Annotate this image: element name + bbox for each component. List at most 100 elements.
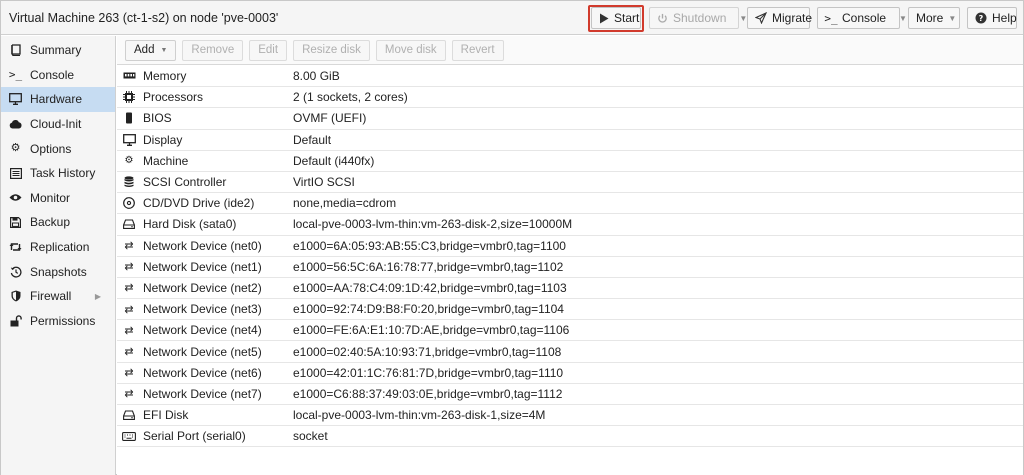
row-value: e1000=C6:88:37:49:03:0E,bridge=vmbr0,tag… (293, 386, 563, 401)
sidebar-item-backup[interactable]: Backup (1, 210, 115, 235)
table-row[interactable]: EFI Disk local-pve-0003-lvm-thin:vm-263-… (117, 405, 1023, 427)
sidebar-item-replication[interactable]: Replication (1, 235, 115, 260)
sidebar-item-label: Backup (30, 215, 71, 230)
row-name: CD/DVD Drive (ide2) (143, 196, 255, 211)
table-row[interactable]: ⇄ Network Device (net2) e1000=AA:78:C4:0… (117, 278, 1023, 300)
row-value: e1000=92:74:D9:B8:F0:20,bridge=vmbr0,tag… (293, 302, 564, 317)
sidebar-item-label: Cloud-Init (30, 117, 82, 132)
resize-disk-button-label: Resize disk (302, 44, 361, 56)
terminal-icon: >_ (824, 11, 838, 25)
window-title: Virtual Machine 263 (ct-1-s2) on node 'p… (9, 11, 279, 25)
list-icon (9, 167, 22, 179)
table-row[interactable]: BIOS OVMF (UEFI) (117, 108, 1023, 130)
sidebar-item-summary[interactable]: Summary (1, 38, 115, 63)
migrate-button[interactable]: Migrate (747, 7, 812, 29)
console-button-label: Console (842, 11, 887, 25)
hardware-toolbar: Add ▼ Remove Edit Resize disk Move disk … (117, 36, 1023, 65)
sidebar-item-label: Options (30, 141, 72, 156)
harddisk-icon (117, 219, 141, 230)
sidebar-item-hardware[interactable]: Hardware (1, 87, 115, 112)
shield-icon (9, 290, 22, 302)
revert-button[interactable]: Revert (451, 39, 504, 61)
row-value: 2 (1 sockets, 2 cores) (293, 90, 408, 105)
edit-button[interactable]: Edit (249, 39, 288, 61)
row-value: local-pve-0003-lvm-thin:vm-263-disk-2,si… (293, 217, 573, 232)
shutdown-button[interactable]: Shutdown ▼ (649, 7, 747, 29)
row-value: OVMF (UEFI) (293, 111, 367, 126)
more-button[interactable]: More ▼ (908, 7, 960, 29)
table-row[interactable]: Memory 8.00 GiB (117, 66, 1023, 88)
chevron-down-icon: ▼ (160, 46, 168, 54)
network-icon: ⇄ (124, 282, 134, 295)
chevron-down-icon: ▼ (948, 13, 957, 23)
network-icon: ⇄ (124, 261, 134, 274)
table-row[interactable]: ⚙ Machine Default (i440fx) (117, 151, 1023, 172)
start-button-highlight (588, 5, 644, 32)
database-icon (117, 176, 141, 188)
help-button[interactable]: ? Help (967, 7, 1017, 29)
row-value: Default (293, 132, 332, 147)
gear-icon: ⚙ (10, 142, 21, 155)
row-name: Network Device (net3) (143, 302, 262, 317)
table-row[interactable]: ⇄ Network Device (net4) e1000=FE:6A:E1:1… (117, 320, 1023, 342)
chevron-down-icon[interactable]: ▼ (899, 14, 907, 23)
resize-disk-button[interactable]: Resize disk (293, 39, 370, 61)
row-value: e1000=FE:6A:E1:10:7D:AE,bridge=vmbr0,tag… (293, 323, 570, 338)
revert-button-label: Revert (460, 44, 495, 56)
table-row[interactable]: ⇄ Network Device (net1) e1000=56:5C:6A:1… (117, 257, 1023, 278)
row-name: Network Device (net7) (143, 386, 262, 401)
move-disk-button[interactable]: Move disk (375, 39, 446, 61)
network-icon: ⇄ (124, 388, 134, 401)
console-button[interactable]: >_ Console ▼ (817, 7, 907, 29)
paper-plane-icon (755, 12, 767, 24)
table-row[interactable]: CD/DVD Drive (ide2) none,media=cdrom (117, 193, 1023, 215)
cdrom-icon (117, 197, 141, 210)
remove-button[interactable]: Remove (182, 39, 244, 61)
table-row[interactable]: Processors 2 (1 sockets, 2 cores) (117, 87, 1023, 109)
history-icon (9, 266, 22, 278)
sidebar-item-console[interactable]: >_ Console (1, 63, 115, 88)
sidebar-item-label: Permissions (30, 313, 96, 328)
row-name: Network Device (net5) (143, 344, 262, 359)
row-value: e1000=56:5C:6A:16:78:77,bridge=vmbr0,tag… (293, 259, 564, 274)
row-name: EFI Disk (143, 408, 189, 423)
row-name: Network Device (net4) (143, 323, 262, 338)
row-name: Serial Port (serial0) (143, 429, 246, 444)
table-row[interactable]: ⇄ Network Device (net5) e1000=02:40:5A:1… (117, 341, 1023, 363)
table-row[interactable]: Display Default (117, 130, 1023, 151)
chevron-right-icon[interactable]: ▶ (95, 292, 101, 301)
add-button[interactable]: Add ▼ (125, 39, 177, 61)
table-row[interactable]: Serial Port (serial0) socket (117, 426, 1023, 448)
table-row[interactable]: ⇄ Network Device (net7) e1000=C6:88:37:4… (117, 384, 1023, 405)
desktop-icon (117, 133, 141, 146)
hardware-table: Memory 8.00 GiB Processors 2 (1 sockets,… (117, 66, 1023, 448)
table-row[interactable]: ⇄ Network Device (net3) e1000=92:74:D9:B… (117, 299, 1023, 321)
floppy-icon (9, 216, 22, 228)
table-row[interactable]: ⇄ Network Device (net0) e1000=6A:05:93:A… (117, 236, 1023, 257)
add-button-label: Add (134, 44, 155, 56)
chip-icon (117, 112, 141, 124)
terminal-icon: >_ (8, 68, 23, 82)
sidebar-item-label: Hardware (30, 92, 83, 107)
cpu-icon (117, 91, 141, 104)
table-row[interactable]: ⇄ Network Device (net6) e1000=42:01:1C:7… (117, 363, 1023, 384)
sidebar-item-task-history[interactable]: Task History (1, 161, 115, 186)
table-row[interactable]: Hard Disk (sata0) local-pve-0003-lvm-thi… (117, 214, 1023, 236)
sidebar-item-snapshots[interactable]: Snapshots (1, 259, 115, 284)
sidebar-item-label: Console (30, 67, 75, 82)
sidebar-item-label: Snapshots (30, 264, 87, 279)
table-row[interactable]: SCSI Controller VirtIO SCSI (117, 172, 1023, 194)
sidebar-item-monitor[interactable]: Monitor (1, 186, 115, 211)
sidebar-item-permissions[interactable]: Permissions (1, 309, 115, 334)
help-circle-icon: ? (975, 12, 987, 24)
sidebar-item-firewall[interactable]: Firewall ▶ (1, 284, 115, 309)
move-disk-button-label: Move disk (384, 44, 437, 56)
sidebar-item-label: Task History (30, 166, 96, 181)
sidebar-item-cloud-init[interactable]: Cloud-Init (1, 112, 115, 137)
row-value: 8.00 GiB (293, 69, 340, 84)
more-button-label: More (916, 11, 944, 25)
row-name: Display (143, 132, 183, 147)
edit-button-label: Edit (258, 44, 279, 56)
row-name: Network Device (net1) (143, 259, 262, 274)
sidebar-item-options[interactable]: ⚙ Options (1, 136, 115, 161)
